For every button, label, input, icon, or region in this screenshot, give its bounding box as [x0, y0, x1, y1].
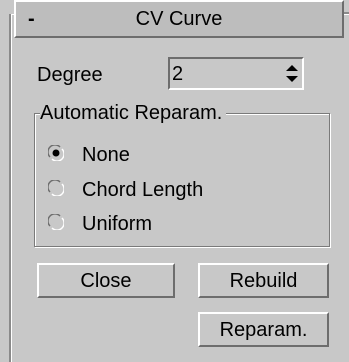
spinner-down-arrow-icon[interactable] [286, 76, 298, 82]
radio-unselected-icon[interactable] [48, 214, 64, 230]
degree-input[interactable] [170, 59, 282, 88]
rebuild-button[interactable]: Rebuild [198, 263, 329, 298]
radio-unselected-icon[interactable] [48, 180, 64, 196]
spinner-up-arrow-icon[interactable] [286, 65, 298, 71]
radio-selected-icon[interactable] [48, 145, 64, 161]
close-button[interactable]: Close [37, 263, 175, 298]
degree-spinner[interactable] [168, 57, 304, 90]
rollout-header[interactable]: - CV Curve [14, 0, 344, 38]
degree-label: Degree [37, 64, 103, 86]
radio-label-none: None [82, 144, 130, 166]
spinner-arrows-icon[interactable] [284, 59, 302, 88]
rollout-title: CV Curve [135, 8, 223, 30]
automatic-reparam-legend: Automatic Reparam. [40, 100, 227, 126]
radio-label-uniform: Uniform [82, 213, 153, 235]
radio-label-chord-length: Chord Length [82, 179, 204, 201]
cv-curve-panel: - CV Curve Degree Automatic Reparam. Non… [0, 0, 349, 362]
reparam-button[interactable]: Reparam. [198, 312, 329, 347]
